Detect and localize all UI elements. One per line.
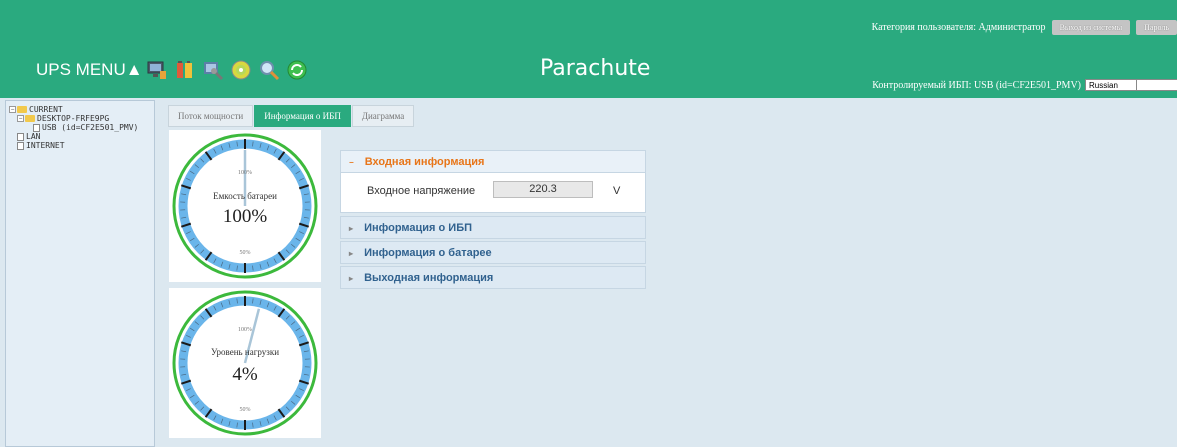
gauge-max-tick-label: 100% — [238, 327, 252, 333]
ups-info-accordion: − Входная информация Входное напряжение … — [340, 150, 646, 291]
tab-ups-info[interactable]: Информация о ИБП — [254, 105, 351, 127]
tree-item-desktop[interactable]: − DESKTOP-FRFE9PG — [9, 114, 154, 123]
app-title: Parachute — [540, 56, 651, 81]
gauge-label: Емкость батареи — [213, 191, 277, 201]
device-tree-sidebar: − CURRENT − DESKTOP-FRFE9PG USB (id=CF2E… — [5, 100, 155, 447]
password-button[interactable]: Пароль — [1136, 19, 1177, 35]
tree-item-current[interactable]: − CURRENT — [9, 105, 154, 114]
gauge-mid-tick-label: 50% — [240, 407, 251, 413]
file-icon — [33, 123, 40, 132]
input-voltage-value: 220.3 — [493, 181, 593, 198]
load-level-gauge: 100% 50% Уровень нагрузки 4% — [169, 288, 321, 438]
input-voltage-label: Входное напряжение — [367, 185, 476, 197]
user-info: Категория пользователя: Администратор Вы… — [872, 19, 1177, 35]
tree-item-label: CURRENT — [29, 105, 63, 114]
tree-item-usb[interactable]: USB (id=CF2E501_PMV) — [9, 123, 154, 132]
tree-item-label: USB (id=CF2E501_PMV) — [42, 123, 139, 132]
search-icon[interactable] — [258, 59, 280, 81]
section-output-info[interactable]: ▸ Выходная информация — [340, 266, 646, 289]
gauge-value: 4% — [232, 364, 258, 385]
expand-arrow-icon: ▸ — [349, 224, 354, 233]
file-icon — [17, 132, 24, 141]
gauge-label: Уровень нагрузки — [211, 347, 279, 357]
section-input-info[interactable]: − Входная информация — [340, 150, 646, 173]
toolbar — [146, 59, 308, 81]
monitor-icon[interactable] — [146, 59, 168, 81]
user-category-text: Категория пользователя: Администратор — [871, 21, 1046, 33]
section-title: Выходная информация — [364, 272, 494, 284]
section-title: Входная информация — [364, 156, 485, 168]
monitored-ups-text: Контролируемый ИБП: USB (id=CF2E501_PMV) — [872, 79, 1081, 91]
disc-icon[interactable] — [230, 59, 252, 81]
gauge-svg: 100% 50% Емкость батареи 100% — [172, 133, 318, 279]
ups-menu-toggle[interactable]: UPS MENU▲ — [36, 60, 143, 80]
tab-power-flow[interactable]: Поток мощности — [168, 105, 254, 127]
section-input-info-body: Входное напряжение 220.3 V — [340, 173, 646, 213]
header-bar: Категория пользователя: Администратор Вы… — [0, 0, 1177, 98]
collapse-arrow-icon: − — [349, 158, 354, 167]
section-title: Информация о батарее — [364, 247, 492, 259]
collapse-icon[interactable]: − — [9, 106, 16, 113]
section-title: Информация о ИБП — [364, 222, 473, 234]
battery-capacity-gauge: 100% 50% Емкость батареи 100% — [169, 130, 321, 282]
expand-arrow-icon: ▸ — [349, 274, 354, 283]
file-icon — [17, 141, 24, 150]
gauge-mid-tick-label: 50% — [240, 250, 251, 256]
battery-icon[interactable] — [174, 59, 196, 81]
folder-icon — [25, 115, 35, 122]
tree-item-label: LAN — [26, 132, 41, 141]
tab-diagram[interactable]: Диаграмма — [351, 105, 415, 127]
collapse-icon[interactable]: − — [17, 115, 24, 122]
tools-icon[interactable] — [202, 59, 224, 81]
folder-icon — [17, 106, 27, 113]
ups-info: Контролируемый ИБП: USB (id=CF2E501_PMV)… — [872, 79, 1177, 91]
logout-button[interactable]: Выход из системы — [1051, 19, 1131, 35]
language-select-extension[interactable] — [1137, 79, 1177, 91]
expand-arrow-icon: ▸ — [349, 249, 354, 258]
section-ups-info[interactable]: ▸ Информация о ИБП — [340, 216, 646, 239]
refresh-icon[interactable] — [286, 59, 308, 81]
section-battery-info[interactable]: ▸ Информация о батарее — [340, 241, 646, 264]
tree-item-internet[interactable]: INTERNET — [9, 141, 154, 150]
gauge-svg: 100% 50% Уровень нагрузки 4% — [172, 290, 318, 436]
tab-bar: Поток мощности Информация о ИБП Диаграмм… — [168, 105, 415, 127]
gauge-value: 100% — [223, 206, 268, 227]
gauge-max-tick-label: 100% — [238, 170, 252, 176]
tree-item-label: DESKTOP-FRFE9PG — [37, 114, 110, 123]
input-voltage-unit: V — [613, 185, 621, 197]
language-select[interactable]: Russian — [1085, 79, 1137, 91]
tree-item-lan[interactable]: LAN — [9, 132, 154, 141]
tree-item-label: INTERNET — [26, 141, 65, 150]
